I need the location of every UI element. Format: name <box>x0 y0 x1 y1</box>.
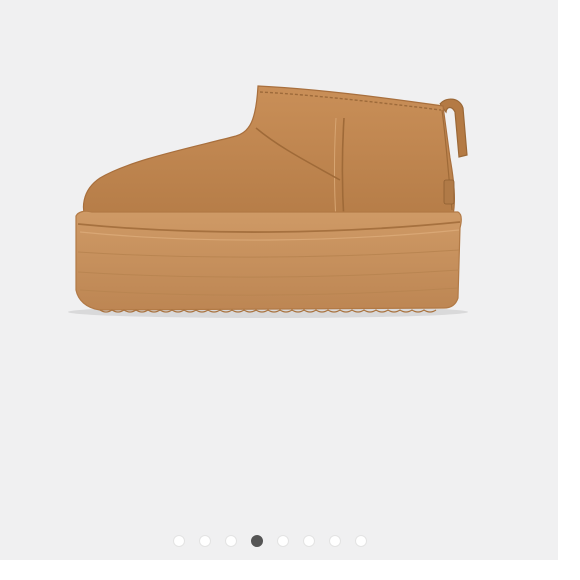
carousel-pagination <box>0 534 540 548</box>
product-image-panel[interactable] <box>0 0 558 560</box>
product-gallery <box>0 0 580 580</box>
carousel-dot-7[interactable] <box>329 535 341 547</box>
carousel-dot-3[interactable] <box>225 535 237 547</box>
carousel-dot-5[interactable] <box>277 535 289 547</box>
carousel-dot-4[interactable] <box>251 535 263 547</box>
carousel-dot-8[interactable] <box>355 535 367 547</box>
boot-image-icon <box>68 85 468 318</box>
carousel-dot-2[interactable] <box>199 535 211 547</box>
page-margin-bottom <box>0 560 580 580</box>
page-margin-right <box>558 0 580 580</box>
carousel-dot-6[interactable] <box>303 535 315 547</box>
carousel-dot-1[interactable] <box>173 535 185 547</box>
